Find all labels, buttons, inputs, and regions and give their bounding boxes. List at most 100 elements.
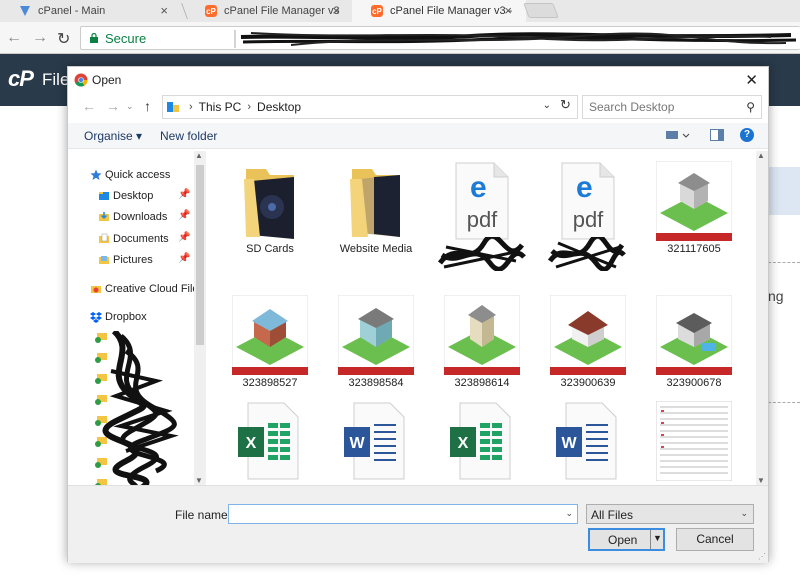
image-thumbnail [656,161,732,241]
nav-documents[interactable]: Documents [98,229,169,249]
file-item[interactable]: Website Media [324,157,428,277]
reload-icon[interactable]: ↻ [57,29,70,49]
file-list-scrollbar[interactable]: ▲ ▼ [756,151,768,485]
preview-pane-icon[interactable] [710,129,724,141]
nav-pictures[interactable]: Pictures [98,250,153,270]
help-icon[interactable]: ? [740,128,754,142]
chevron-right-icon: › [247,101,252,113]
image-thumbnail [444,295,520,375]
file-item[interactable]: 323898584 [324,291,428,411]
svg-text:cP: cP [372,7,382,16]
redacted-file-name [437,237,526,271]
refresh-icon[interactable]: ↻ [560,97,571,113]
scroll-up-icon[interactable]: ▲ [757,151,765,160]
tab-strip: cPanel - Main × cP cPanel File Manager v… [0,0,800,22]
scroll-up-icon[interactable]: ▲ [195,151,203,160]
cancel-button[interactable]: Cancel [676,528,754,551]
secure-indicator: Secure [81,31,146,46]
chevron-down-icon[interactable]: ⌄ [126,101,134,112]
navigation-pane: Quick access Desktop 📌 Downloads 📌 Docum… [68,151,194,485]
nav-creative-cloud[interactable]: Creative Cloud Files [90,279,194,299]
new-tab-button[interactable] [523,3,559,18]
image-thumbnail [338,295,414,375]
chevron-down-icon[interactable]: ▼ [653,533,662,543]
file-name: 323898614 [454,377,510,389]
scroll-down-icon[interactable]: ▼ [195,476,203,485]
file-item[interactable]: SD Cards [218,157,322,277]
tab-file-manager-1[interactable]: cP cPanel File Manager v3 × [186,0,354,22]
file-item[interactable]: 323900639 [536,291,640,411]
nav-downloads[interactable]: Downloads [98,207,167,227]
close-icon[interactable]: × [332,3,340,18]
nav-quick-access[interactable]: Quick access [90,165,170,185]
image-thumbnail [550,295,626,375]
cpanel-icon: cP [205,5,217,17]
file-item[interactable]: W [324,397,428,485]
desktop-folder-icon [99,192,109,200]
file-name-label: File name: [175,508,232,522]
scroll-down-icon[interactable]: ▼ [757,476,765,485]
close-icon[interactable]: × [504,3,512,18]
file-item[interactable]: 321117605 [642,157,746,277]
file-item[interactable]: e pdf [536,157,640,277]
breadcrumb-desktop[interactable]: Desktop [257,100,301,114]
redacted-file-name [547,237,626,271]
cpanel-text: ng [768,288,784,304]
resize-grip-icon[interactable]: ⋰ [758,552,766,561]
breadcrumb-this-pc[interactable]: This PC [199,100,242,114]
search-input[interactable]: Search Desktop ⚲ [582,95,762,119]
close-icon[interactable]: × [160,3,168,18]
lock-icon [90,33,98,43]
nav-dropbox[interactable]: Dropbox [90,307,147,327]
view-options-icon[interactable] [666,129,690,141]
file-item[interactable]: X [430,397,534,485]
tab-title: cPanel File Manager v3 - [390,5,513,17]
svg-text:X: X [458,435,469,452]
file-name-input[interactable]: ⌄ [228,504,578,524]
file-name: 323898527 [242,377,298,389]
redacted-url [234,30,797,48]
pin-icon: 📌 [178,253,191,264]
close-icon[interactable]: ✕ [745,71,758,89]
back-icon[interactable]: ← [6,29,22,47]
address-bar[interactable]: Secure [80,26,800,50]
file-item[interactable]: X [218,397,322,485]
forward-icon[interactable]: → [32,29,48,47]
file-name: 323898584 [348,377,404,389]
breadcrumb[interactable]: › This PC › Desktop ⌄ [162,95,578,119]
dialog-title: Open [92,73,122,87]
cpanel-logo[interactable]: cP [8,66,34,92]
file-item[interactable]: 323900678 [642,291,746,411]
scroll-thumb[interactable] [196,165,204,345]
chevron-down-icon[interactable]: ⌄ [543,100,551,111]
forward-icon[interactable]: → [106,98,120,114]
folder-icon [350,169,400,237]
new-folder-button[interactable]: New folder [160,129,217,143]
dialog-titlebar: Open ✕ [68,67,768,93]
file-item[interactable]: e pdf [430,157,534,277]
svg-text:pdf: pdf [467,207,498,232]
nav-desktop[interactable]: Desktop [98,186,153,206]
command-bar: Organise ▾ New folder ? [68,123,768,149]
pdf-icon: e pdf [561,162,615,240]
nav-scrollbar[interactable]: ▲ ▼ [194,151,206,485]
file-item[interactable]: W [536,397,640,485]
file-item[interactable] [642,397,746,485]
open-button[interactable]: Open ▼ [588,528,665,551]
file-type-select[interactable]: All Files ⌄ [586,504,754,524]
file-item[interactable]: 323898527 [218,291,322,411]
svg-text:pdf: pdf [573,207,604,232]
organise-button[interactable]: Organise ▾ [84,129,142,143]
folder-icon [244,169,294,239]
this-pc-icon [167,102,179,112]
open-file-dialog: Open ✕ ← → ⌄ ↑ › This PC › Desktop ⌄ ↻ S… [67,66,769,563]
cpanel-shield-icon [20,6,30,16]
back-icon[interactable]: ← [82,98,96,114]
pin-icon: 📌 [178,210,191,221]
tab-file-manager-2[interactable]: cP cPanel File Manager v3 - × [352,0,526,22]
chevron-down-icon[interactable]: ⌄ [565,508,573,519]
redacted-folder-names [102,331,179,485]
up-arrow-icon[interactable]: ↑ [144,98,151,114]
file-item[interactable]: 323898614 [430,291,534,411]
tab-cpanel-main[interactable]: cPanel - Main × [0,0,182,22]
